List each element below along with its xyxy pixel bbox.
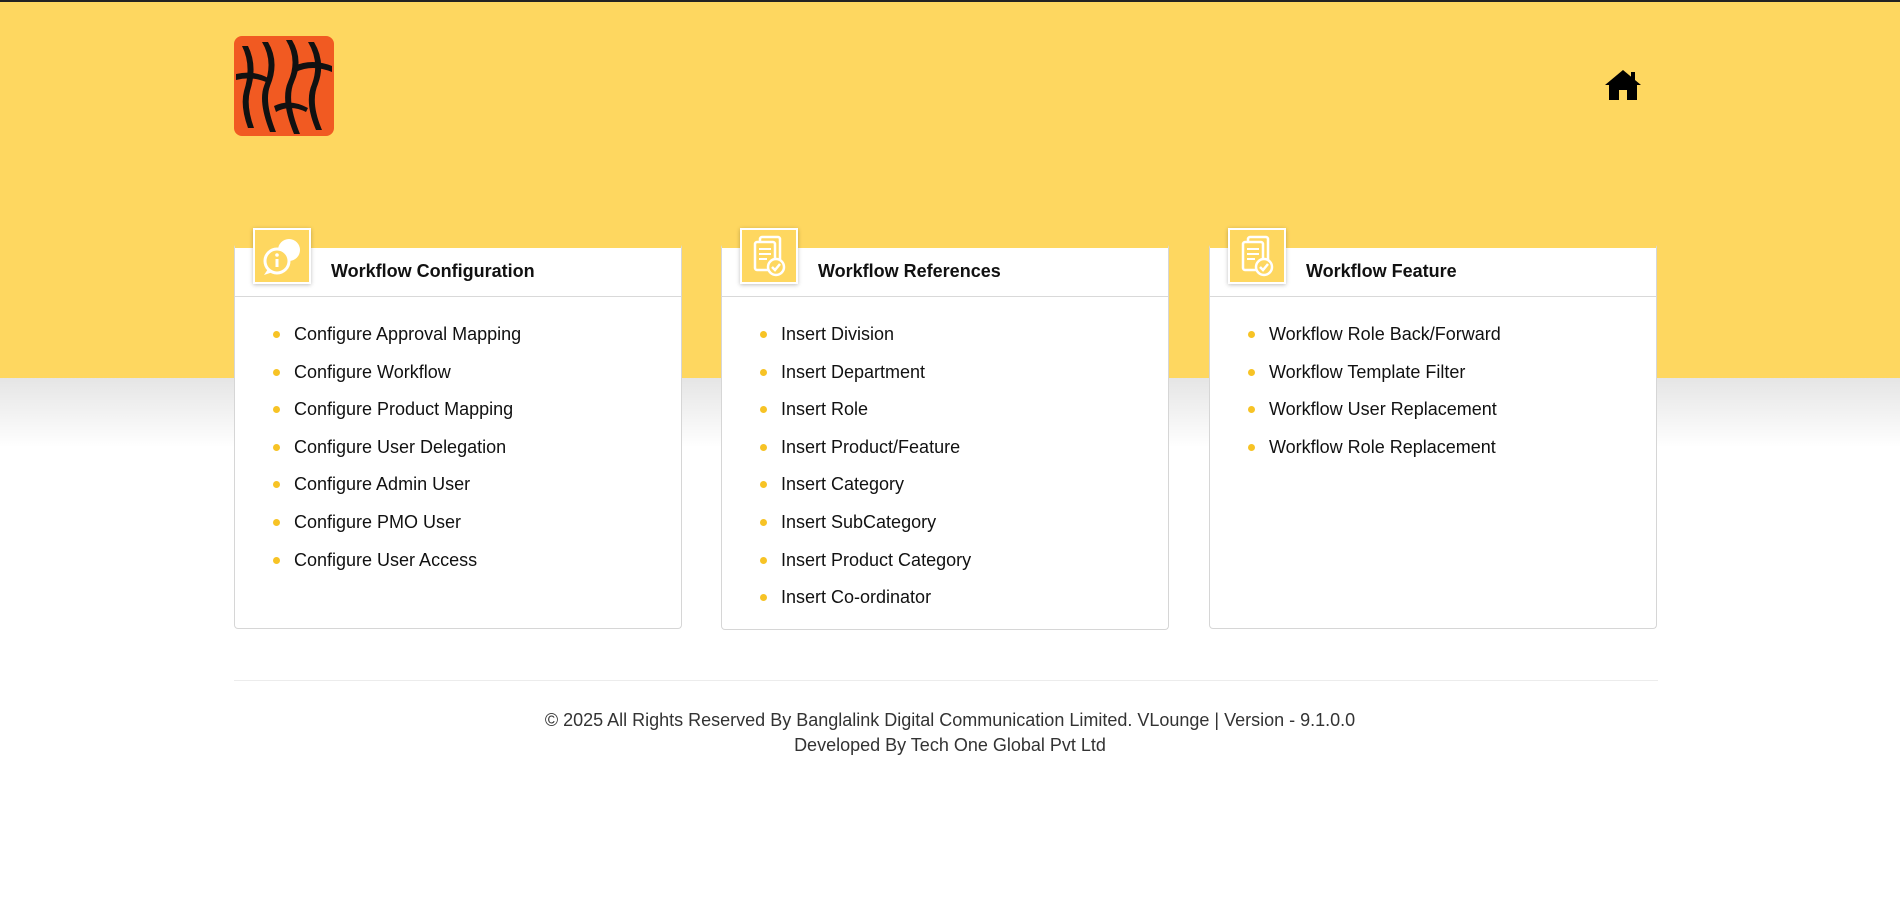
list-item[interactable]: Insert Category [760,473,1168,511]
chat-info-icon [253,228,311,284]
card-item-list: Configure Approval Mapping Configure Wor… [235,297,681,586]
home-icon[interactable] [1604,68,1642,102]
list-item[interactable]: Configure User Delegation [273,436,681,474]
card-item-list: Insert Division Insert Department Insert… [722,297,1168,624]
card-workflow-feature: Workflow Feature Workflow Role Back/Forw… [1209,228,1657,629]
list-item[interactable]: Insert Co-ordinator [760,586,1168,624]
list-item[interactable]: Configure Workflow [273,361,681,399]
list-item[interactable]: Insert Department [760,361,1168,399]
list-item[interactable]: Insert Division [760,323,1168,361]
list-item[interactable]: Workflow Role Back/Forward [1248,323,1656,361]
list-item[interactable]: Insert Role [760,398,1168,436]
list-item[interactable]: Configure PMO User [273,511,681,549]
footer-developer: Developed By Tech One Global Pvt Ltd [794,735,1106,755]
card-title: Workflow Configuration [331,261,535,281]
banglalink-logo[interactable] [234,36,334,136]
list-item[interactable]: Workflow User Replacement [1248,398,1656,436]
list-item[interactable]: Workflow Role Replacement [1248,436,1656,474]
card-header: Workflow Feature [1210,228,1656,297]
document-check-icon [740,228,798,284]
card-workflow-configuration: Workflow Configuration Configure Approva… [234,228,682,629]
card-workflow-references: Workflow References Insert Division Inse… [721,228,1169,630]
card-item-list: Workflow Role Back/Forward Workflow Temp… [1210,297,1656,473]
footer-divider [234,680,1658,681]
list-item[interactable]: Insert Product Category [760,549,1168,587]
card-title: Workflow Feature [1306,261,1457,281]
list-item[interactable]: Workflow Template Filter [1248,361,1656,399]
document-check-icon [1228,228,1286,284]
list-item[interactable]: Configure Approval Mapping [273,323,681,361]
card-header: Workflow Configuration [235,228,681,297]
list-item[interactable]: Insert Product/Feature [760,436,1168,474]
list-item[interactable]: Configure User Access [273,549,681,587]
footer: © 2025 All Rights Reserved By Banglalink… [0,708,1900,758]
card-header: Workflow References [722,228,1168,297]
list-item[interactable]: Configure Product Mapping [273,398,681,436]
footer-copyright: © 2025 All Rights Reserved By Banglalink… [544,710,1356,730]
list-item[interactable]: Configure Admin User [273,473,681,511]
card-title: Workflow References [818,261,1001,281]
list-item[interactable]: Insert SubCategory [760,511,1168,549]
